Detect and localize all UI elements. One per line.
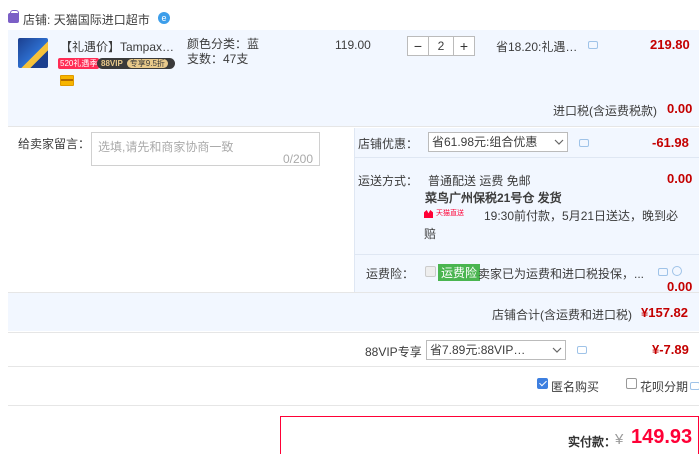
credit-card-icon — [60, 75, 74, 86]
divider — [8, 405, 699, 406]
quantity-input[interactable]: 2 — [428, 37, 454, 55]
message-textarea[interactable]: 选填,请先和商家协商一致 0/200 — [91, 132, 320, 166]
quantity-stepper: − 2 + — [407, 36, 475, 56]
insurance-checkbox — [425, 266, 436, 277]
anonymous-checkbox[interactable] — [537, 378, 548, 389]
message-placeholder: 选填,请先和商家协商一致 — [98, 140, 234, 154]
sku-info: 颜色分类：蓝 支数：47支 — [187, 37, 260, 66]
increase-button[interactable]: + — [454, 37, 474, 55]
warehouse-info: 菜鸟广州保税21号仓 发货 — [425, 191, 562, 205]
comment-icon[interactable] — [577, 346, 587, 354]
pay-amount: 149.93 — [631, 426, 693, 448]
store-label: 店铺: 天猫国际进口超市 — [23, 13, 150, 27]
divider — [8, 126, 699, 127]
panel-border — [354, 128, 355, 292]
vip-tag: 88VIP 专享9.5折 — [97, 58, 175, 69]
vip-label: 88VIP专享 — [365, 345, 422, 359]
divider — [355, 254, 699, 255]
store-name-link[interactable]: 天猫国际进口超市 — [54, 13, 150, 27]
divider — [355, 157, 699, 158]
message-counter: 0/200 — [282, 152, 313, 166]
comment-icon[interactable] — [579, 139, 589, 147]
divider — [8, 366, 699, 367]
vip-discount-value: ¥-7.89 — [652, 342, 689, 357]
shop-discount-label: 店铺优惠： — [358, 137, 419, 151]
comment-icon[interactable] — [588, 41, 598, 49]
shipping-label: 运送方式： — [358, 174, 419, 188]
insurance-tag: 运费险 — [438, 264, 481, 281]
delivery-eta: 19:30前付款，5月21日送达，晚到必 — [484, 209, 679, 223]
comment-icon[interactable] — [658, 268, 668, 276]
comment-icon[interactable] — [690, 382, 699, 390]
import-tax-value: 0.00 — [667, 101, 693, 116]
chevron-down-icon — [554, 139, 564, 145]
import-tax-label: 进口税(含运费税款) — [553, 104, 657, 118]
delivery-eta-cont: 赔 — [424, 227, 437, 241]
item-title-link[interactable]: 【礼遇价】Tampax… — [60, 38, 180, 55]
shop-discount-value: -61.98 — [652, 135, 689, 150]
decrease-button[interactable]: − — [408, 37, 428, 55]
anonymous-label: 匿名购买 — [551, 380, 600, 394]
store-total-label: 店铺合计(含运费和进口税) — [492, 308, 632, 322]
shipping-value: 0.00 — [667, 171, 693, 186]
divider — [8, 332, 699, 333]
pay-label: 实付款： — [568, 435, 617, 449]
tmall-cat-icon — [424, 210, 433, 218]
item-discount: 省18.20:礼遇… — [496, 40, 578, 54]
unit-price: 119.00 — [335, 38, 371, 52]
item-subtotal: 219.80 — [650, 37, 690, 52]
installment-checkbox[interactable] — [626, 378, 637, 389]
tmall-badge-icon: e — [158, 12, 170, 24]
shop-discount-select[interactable]: 省61.98元:组合优惠 — [428, 132, 568, 152]
pay-currency: ¥ — [615, 431, 624, 448]
insurance-label: 运费险： — [366, 267, 415, 281]
chevron-down-icon — [552, 347, 562, 353]
vip-discount-select[interactable]: 省7.89元:88VIP… — [426, 340, 566, 360]
tmall-direct-badge: 天猫直送 — [424, 208, 476, 220]
shipping-method: 普通配送 运费 免邮 — [428, 174, 531, 188]
help-icon[interactable] — [672, 266, 682, 276]
message-label: 给卖家留言： — [18, 137, 91, 151]
promo-tag: 520礼遇季 — [58, 58, 100, 69]
insurance-desc: 卖家已为运费和进口税投保，... — [478, 267, 645, 281]
installment-label: 花呗分期 — [640, 380, 689, 394]
shop-icon — [8, 10, 19, 23]
store-total-value: ¥157.82 — [641, 305, 688, 320]
product-thumbnail[interactable] — [18, 38, 48, 68]
